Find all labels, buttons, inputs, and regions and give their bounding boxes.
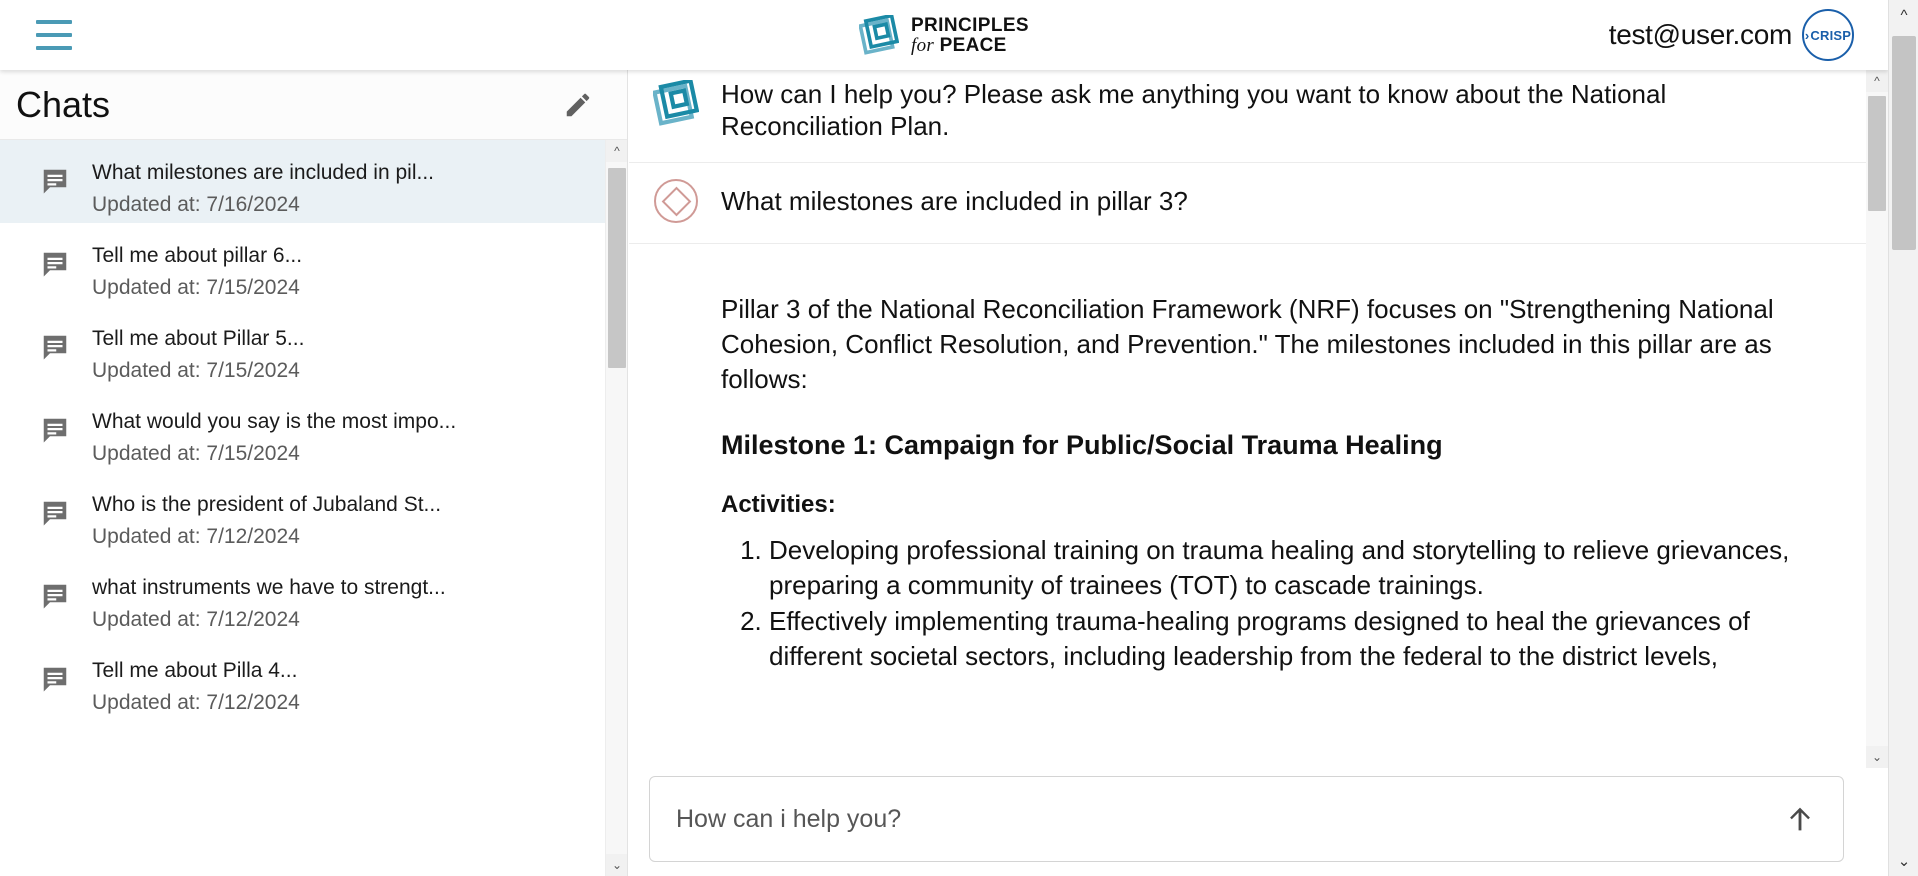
hamburger-menu-icon[interactable] [36, 20, 72, 50]
chat-bubble-icon [43, 335, 67, 360]
assistant-logo-avatar-icon [653, 80, 699, 126]
chat-item-updated: Updated at: 7/15/2024 [92, 276, 300, 300]
message-assistant-intro: How can I help you? Please ask me anythi… [629, 70, 1866, 164]
assistant-answer-body: Pillar 3 of the National Reconciliation … [721, 292, 1826, 675]
chat-list-item[interactable]: Tell me about Pilla 4... Updated at: 7/12… [0, 638, 627, 721]
chat-item-updated: Updated at: 7/12/2024 [92, 691, 300, 715]
brand-peace: PEACE [939, 34, 1007, 56]
chat-item-updated: Updated at: 7/16/2024 [92, 193, 300, 217]
chat-bubble-icon [43, 501, 67, 526]
chat-bubble-icon [43, 169, 67, 194]
brand-wordmark: PRINCIPLES for PEACE [911, 16, 1029, 55]
chat-item-title: Who is the president of Jubaland St... [92, 493, 442, 516]
chat-item-title: Tell me about pillar 6... [92, 244, 303, 267]
composer-box[interactable] [649, 776, 1844, 862]
diamond-shape [661, 186, 691, 217]
app-root: PRINCIPLES for PEACE test@user.com › CRIS… [0, 0, 1918, 876]
chat-list[interactable]: What milestones are included in pil... Up… [0, 140, 627, 876]
user-avatar [649, 177, 703, 224]
chats-sidebar: Chats What milestones are included in pi… [0, 70, 628, 876]
sidebar-scroll-down-button[interactable]: ⌄ [606, 854, 627, 876]
window-scroll-up-button[interactable]: ^ [1889, 0, 1918, 30]
answer-activities-label: Activities: [721, 491, 836, 519]
message-user-question: What milestones are included in pillar 3… [629, 163, 1866, 245]
chat-item-texts: Tell me about Pillar 5... Updated at: 7/1… [92, 326, 304, 385]
activity-list-item: Effectively implementing trauma-healing … [769, 604, 1826, 673]
hamburger-bar [36, 20, 72, 24]
user-diamond-avatar-icon [654, 179, 698, 224]
message-input[interactable] [676, 804, 1783, 834]
pencil-edit-icon[interactable] [563, 90, 593, 120]
principles-for-peace-logo-icon [858, 15, 899, 55]
brand-for: for [910, 34, 935, 56]
hamburger-bar [36, 46, 72, 50]
activity-list-item: Developing professional training on trau… [769, 533, 1826, 602]
chat-item-updated: Updated at: 7/12/2024 [92, 608, 300, 632]
chat-list-item[interactable]: What milestones are included in pil... Up… [0, 140, 627, 223]
chat-scrollbar[interactable]: ^ ⌄ [1866, 70, 1888, 768]
chat-bubble-icon [43, 584, 67, 609]
window-scrollbar[interactable]: ^ ⌄ [1888, 0, 1918, 876]
assistant-intro-body: How can I help you? Please ask me anythi… [721, 78, 1826, 142]
sidebar-scroll-thumb[interactable] [608, 168, 626, 368]
chevron-right-icon: › [1804, 27, 1810, 43]
page-title: Chats [16, 83, 111, 125]
hamburger-bar [36, 33, 72, 37]
sidebar-scrollbar[interactable]: ^ ⌄ [605, 140, 627, 876]
chat-bubble-icon [43, 667, 67, 692]
chat-list-item[interactable]: Tell me about pillar 6... Updated at: 7/1… [0, 223, 627, 306]
assistant-avatar [649, 78, 703, 126]
chat-item-title: What would you say is the most impo... [92, 410, 457, 433]
crisp-badge-label: CRISP [1810, 27, 1852, 43]
chat-item-updated: Updated at: 7/12/2024 [92, 525, 300, 549]
chat-scroll-up-button[interactable]: ^ [1866, 70, 1888, 92]
chat-item-texts: What milestones are included in pil... Up… [92, 160, 434, 219]
chat-scroll-down-button[interactable]: ⌄ [1866, 746, 1888, 768]
user-email-label: test@user.com [1608, 19, 1793, 50]
brand-line-2: for PEACE [911, 36, 1029, 55]
chat-list-item[interactable]: what instruments we have to strengt... Up… [0, 555, 627, 638]
chat-item-updated: Updated at: 7/15/2024 [92, 359, 300, 383]
window-scroll-down-button[interactable]: ⌄ [1889, 846, 1918, 876]
chat-list-item[interactable]: Who is the president of Jubaland St... Up… [0, 472, 627, 555]
chat-item-texts: Who is the president of Jubaland St... Up… [92, 492, 441, 551]
chat-main-panel: How can I help you? Please ask me anythi… [629, 70, 1888, 876]
sidebar-scroll-up-button[interactable]: ^ [606, 140, 627, 162]
answer-avatar-spacer [649, 292, 703, 294]
chat-item-title: What milestones are included in pil... [92, 161, 434, 184]
user-question-body: What milestones are included in pillar 3… [721, 177, 1826, 217]
sidebar-header: Chats [0, 70, 627, 140]
chat-item-title: Tell me about Pilla 4... [92, 659, 298, 682]
chat-item-updated: Updated at: 7/15/2024 [92, 442, 300, 466]
brand-line-1: PRINCIPLES [910, 14, 1030, 36]
user-question-text: What milestones are included in pillar 3… [721, 186, 1188, 217]
top-bar: PRINCIPLES for PEACE test@user.com › CRIS… [0, 0, 1888, 70]
crisp-avatar-badge[interactable]: › CRISP [1802, 9, 1854, 61]
arrow-up-send-icon[interactable] [1783, 802, 1817, 836]
answer-milestone-heading: Milestone 1: Campaign for Public/Social … [721, 430, 1443, 461]
composer [649, 776, 1844, 862]
chat-bubble-icon [43, 252, 67, 277]
message-assistant-answer: Pillar 3 of the National Reconciliation … [629, 244, 1866, 695]
brand-logo[interactable]: PRINCIPLES for PEACE [858, 15, 1029, 55]
chat-scroll-thumb[interactable] [1868, 96, 1886, 211]
chat-list-item[interactable]: Tell me about Pillar 5... Updated at: 7/1… [0, 306, 627, 389]
chat-item-texts: Tell me about Pilla 4... Updated at: 7/12… [92, 658, 300, 717]
chat-bubble-icon [43, 418, 67, 443]
chat-item-texts: What would you say is the most impo... Up… [92, 409, 456, 468]
chat-item-title: Tell me about Pillar 5... [92, 327, 305, 350]
message-scroll-area: How can I help you? Please ask me anythi… [629, 70, 1866, 768]
chat-list-item[interactable]: What would you say is the most impo... Up… [0, 389, 627, 472]
user-account-area[interactable]: test@user.com › CRISP [1609, 9, 1854, 61]
chat-item-texts: Tell me about pillar 6... Updated at: 7/1… [92, 243, 302, 302]
answer-paragraph: Pillar 3 of the National Reconciliation … [721, 294, 1774, 394]
window-scroll-thumb[interactable] [1892, 36, 1916, 250]
chat-item-texts: what instruments we have to strengt... Up… [92, 575, 446, 634]
chat-item-title: what instruments we have to strengt... [92, 576, 446, 599]
answer-activities-list: Developing professional training on trau… [721, 533, 1826, 673]
assistant-intro-text: How can I help you? Please ask me anythi… [721, 79, 1667, 142]
